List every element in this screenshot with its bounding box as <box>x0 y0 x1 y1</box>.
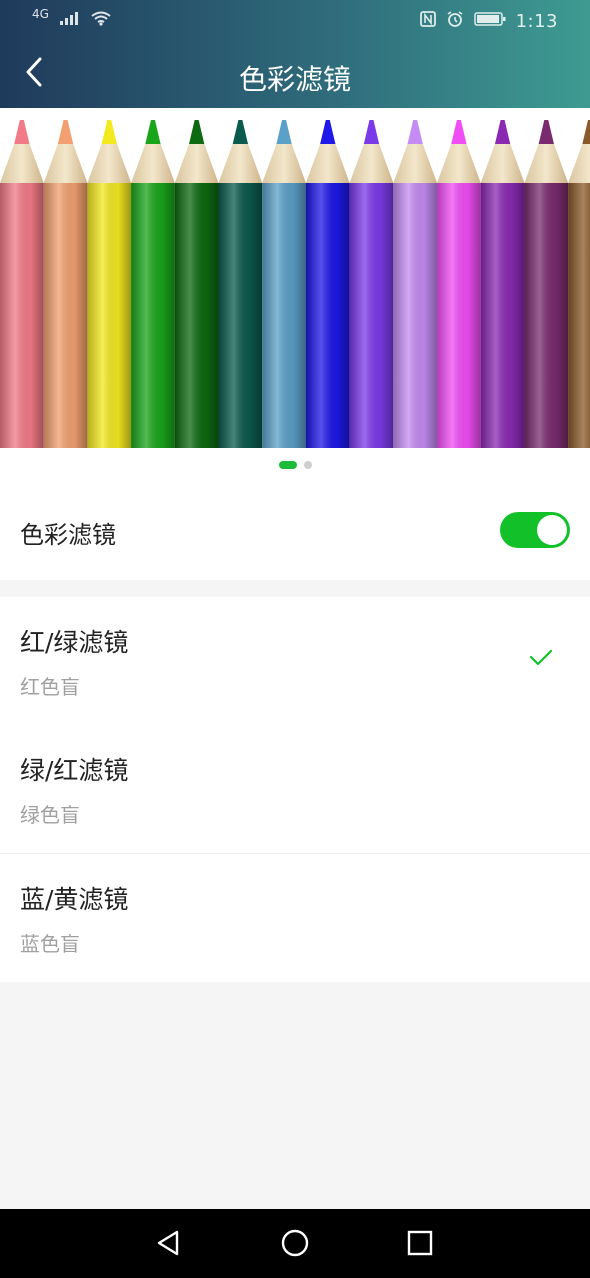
pencil-wood <box>0 144 44 183</box>
nav-back-button[interactable] <box>148 1225 188 1265</box>
page-dot <box>303 461 312 469</box>
pencil <box>393 120 438 448</box>
alarm-icon <box>446 10 464 32</box>
pencil-tip <box>145 120 161 144</box>
pencil-shading <box>43 183 88 448</box>
pencil-shading <box>131 183 175 448</box>
option-title: 红/绿滤镜 <box>20 628 129 657</box>
pencil-tip <box>451 120 467 144</box>
nav-home-button[interactable] <box>275 1225 315 1265</box>
nfc-icon <box>419 11 436 31</box>
pencil <box>349 120 394 448</box>
battery-icon <box>473 11 506 31</box>
pencil-wood <box>568 144 590 183</box>
pencil <box>131 120 175 448</box>
pencil-tip <box>407 120 423 144</box>
color-filter-toggle-row[interactable]: 色彩滤镜 <box>0 482 590 580</box>
page-title: 色彩滤镜 <box>238 63 351 96</box>
pencil-tip <box>582 120 590 144</box>
option-title: 绿/红滤镜 <box>20 756 129 785</box>
nav-bar: 色彩滤镜 <box>0 40 590 108</box>
pencil-tip <box>189 120 205 144</box>
option-subtitle: 蓝色盲 <box>20 932 80 956</box>
switch-knob <box>537 515 567 545</box>
status-bar: 4G 1:13 <box>0 0 590 40</box>
square-recents-icon <box>407 1230 433 1260</box>
pencil-shading <box>87 183 132 448</box>
pencil-wood <box>305 144 350 183</box>
pencil-shading <box>174 183 219 448</box>
option-blue-yellow[interactable]: 蓝/黄滤镜 蓝色盲 <box>0 854 590 982</box>
pencil-wood <box>218 144 263 183</box>
pencil-tip <box>14 120 30 144</box>
pencil <box>262 120 306 448</box>
pencil <box>87 120 132 448</box>
checkmark-icon <box>528 645 554 671</box>
triangle-back-icon <box>155 1229 181 1261</box>
pencil-tip <box>101 120 117 144</box>
banner-pagination <box>0 448 590 482</box>
signal-icon <box>59 10 81 30</box>
pencil-tip <box>320 120 336 144</box>
pencil-shading <box>0 183 44 448</box>
pencil-wood <box>87 144 132 183</box>
status-right: 1:13 <box>419 10 558 32</box>
toggle-label: 色彩滤镜 <box>20 521 116 549</box>
pencil-wood <box>393 144 438 183</box>
pencil-shading <box>393 183 438 448</box>
pencil <box>218 120 263 448</box>
pencil-illustration <box>0 120 590 448</box>
pencil-banner[interactable] <box>0 108 590 448</box>
pencil-shading <box>305 183 350 448</box>
pencil <box>43 120 88 448</box>
option-green-red[interactable]: 绿/红滤镜 绿色盲 <box>0 725 590 853</box>
app-header: 4G 1:13 色彩滤镜 <box>0 0 590 108</box>
network-type: 4G <box>32 7 49 21</box>
color-filter-switch[interactable] <box>500 512 570 548</box>
pencil <box>524 120 569 448</box>
option-title: 蓝/黄滤镜 <box>20 885 129 914</box>
option-subtitle: 绿色盲 <box>20 803 80 827</box>
pencil-shading <box>524 183 569 448</box>
pencil-tip <box>232 120 249 144</box>
pencil-tip <box>363 120 380 144</box>
pencil-shading <box>349 183 394 448</box>
nav-recents-button[interactable] <box>400 1225 440 1265</box>
pencil-wood <box>43 144 88 183</box>
pencil <box>0 120 44 448</box>
page-dot-active <box>278 461 297 469</box>
pencil-wood <box>524 144 569 183</box>
pencil <box>305 120 350 448</box>
pencil-tip <box>57 120 74 144</box>
pencil-wood <box>349 144 394 183</box>
pencil-shading <box>437 183 481 448</box>
pencil-wood <box>262 144 306 183</box>
pencil-wood <box>131 144 175 183</box>
pencil-shading <box>262 183 306 448</box>
filter-options: 红/绿滤镜 红色盲 绿/红滤镜 绿色盲 蓝/黄滤镜 蓝色盲 <box>0 597 590 982</box>
option-red-green[interactable]: 红/绿滤镜 红色盲 <box>0 597 590 725</box>
pencil-shading <box>568 183 590 448</box>
pencil-wood <box>437 144 481 183</box>
pencil-wood <box>174 144 219 183</box>
pencil <box>480 120 525 448</box>
pencil-tip <box>494 120 511 144</box>
pencil-shading <box>480 183 525 448</box>
system-nav-bar <box>0 1209 590 1278</box>
pencil-wood <box>480 144 525 183</box>
pencil-tip <box>276 120 292 144</box>
pencil <box>568 120 590 448</box>
pencil <box>437 120 481 448</box>
wifi-icon <box>91 10 111 30</box>
circle-home-icon <box>281 1229 309 1261</box>
status-left: 4G <box>32 7 111 30</box>
pencil-tip <box>538 120 554 144</box>
option-subtitle: 红色盲 <box>20 675 80 699</box>
status-time: 1:13 <box>515 10 558 32</box>
pencil-shading <box>218 183 263 448</box>
pencil <box>174 120 219 448</box>
